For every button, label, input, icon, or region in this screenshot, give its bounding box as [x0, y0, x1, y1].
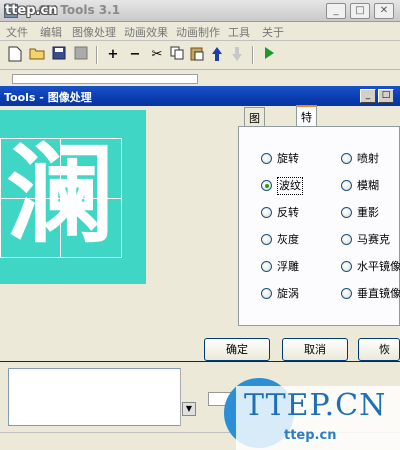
radio-button[interactable] [341, 261, 352, 272]
dialog-titlebar[interactable]: Tools - 图像处理 _ □ [0, 86, 400, 106]
toolbar-separator [96, 46, 98, 64]
new-icon[interactable] [6, 46, 24, 64]
add-icon[interactable]: + [104, 46, 122, 64]
app-maximize-button[interactable]: □ [350, 3, 370, 19]
watermark-main-text: TTEP.CN [244, 388, 387, 423]
option-label: 模糊 [357, 179, 379, 192]
option-label: 水平镜像 [357, 260, 400, 273]
radio-button-selected[interactable] [261, 180, 272, 191]
option-label: 重影 [357, 206, 379, 219]
saveas-icon[interactable] [72, 46, 90, 64]
menu-tools[interactable]: 工具 [228, 24, 250, 40]
menu-animation-make[interactable]: 动画制作 [176, 24, 220, 40]
menu-file[interactable]: 文件 [6, 24, 28, 40]
radio-button[interactable] [261, 288, 272, 299]
tab-image-properties[interactable]: 图像属性 [244, 107, 265, 173]
scrollbar[interactable] [180, 368, 198, 426]
menu-image-processing[interactable]: 图像处理 [72, 24, 116, 40]
menu-animation-effects[interactable]: 动画效果 [124, 24, 168, 40]
dialog-maximize-button[interactable]: □ [378, 89, 394, 103]
paste-icon[interactable] [188, 46, 206, 64]
app-panel-field [12, 74, 198, 84]
dialog-title: Tools - 图像处理 [4, 91, 92, 104]
option-label: 反转 [277, 206, 299, 219]
radio-button[interactable] [341, 288, 352, 299]
option-label: 灰度 [277, 233, 299, 246]
app-titlebar: CV Tools 3.1 ttep.cn _ □ ✕ [0, 0, 400, 22]
menu-about[interactable]: 关于 [262, 24, 284, 40]
radio-button[interactable] [261, 234, 272, 245]
option-label: 垂直镜像 [357, 287, 400, 300]
dialog-minimize-button[interactable]: _ [360, 89, 376, 103]
open-icon[interactable] [28, 46, 46, 64]
restore-button[interactable]: 恢复 [358, 338, 400, 361]
play-icon[interactable] [260, 46, 278, 64]
option-label: 喷射 [357, 152, 379, 165]
cancel-button[interactable]: 取消 [282, 338, 348, 361]
toolbar-separator [252, 46, 254, 64]
image-preview: 澜 [0, 110, 146, 284]
app-panel-strip [0, 70, 400, 86]
special-effects-panel: 旋转 波纹 反转 灰度 浮雕 旋涡 喷射 模糊 重影 马赛克 水平镜像 垂直镜像 [238, 126, 400, 326]
dialog-button-row: 确定 取消 恢复 [0, 338, 400, 362]
app-close-button[interactable]: ✕ [374, 3, 394, 19]
image-processing-dialog: Tools - 图像处理 _ □ 澜 图像属性 特殊效果 旋转 波纹 反转 灰度 [0, 86, 400, 363]
ok-button[interactable]: 确定 [204, 338, 270, 361]
option-label: 旋转 [277, 152, 299, 165]
scroll-down-icon[interactable]: ▼ [182, 402, 196, 416]
cut-icon[interactable]: ✂ [148, 46, 166, 64]
app-list[interactable] [8, 368, 198, 426]
watermark-sub-text: ttep.cn [284, 428, 337, 443]
radio-button[interactable] [261, 207, 272, 218]
preview-character: 澜 [6, 133, 115, 258]
radio-button[interactable] [341, 207, 352, 218]
option-label: 旋涡 [277, 287, 299, 300]
radio-button[interactable] [341, 234, 352, 245]
brand-watermark-text: ttep.cn [5, 3, 58, 18]
toolbar: + − ✂ [0, 41, 400, 70]
radio-button[interactable] [341, 180, 352, 191]
menubar: 文件 编辑 图像处理 动画效果 动画制作 工具 关于 [0, 22, 400, 41]
radio-button[interactable] [261, 261, 272, 272]
radio-button[interactable] [261, 153, 272, 164]
app-minimize-button[interactable]: _ [326, 3, 346, 19]
option-label: 浮雕 [277, 260, 299, 273]
menu-edit[interactable]: 编辑 [40, 24, 62, 40]
option-label: 马赛克 [357, 233, 390, 246]
tab-special-effects[interactable]: 特殊效果 [296, 105, 317, 172]
up-icon[interactable] [208, 46, 226, 64]
remove-icon[interactable]: − [126, 46, 144, 64]
save-icon[interactable] [50, 46, 68, 64]
copy-icon[interactable] [168, 46, 186, 64]
option-label: 波纹 [277, 177, 303, 195]
radio-button[interactable] [341, 153, 352, 164]
down-icon[interactable] [228, 46, 246, 64]
